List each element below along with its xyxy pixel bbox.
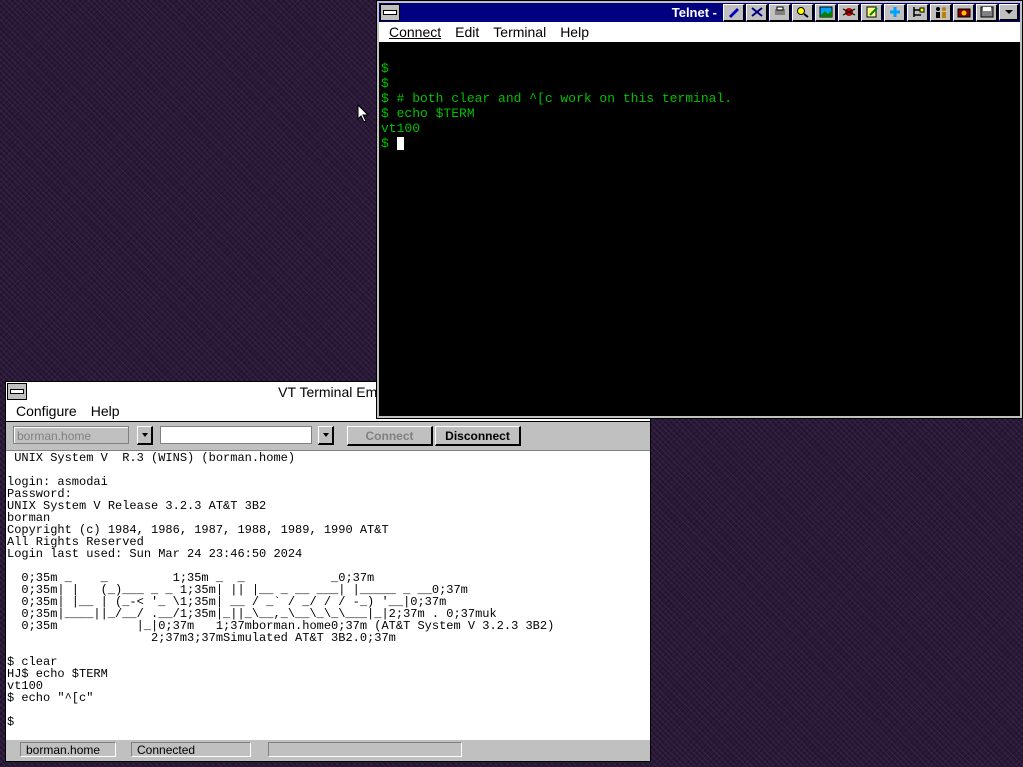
menu-help[interactable]: Help xyxy=(560,24,589,40)
telnet-menubar: Connect Edit Terminal Help xyxy=(379,22,1020,43)
text-cursor xyxy=(396,137,404,151)
plus-icon[interactable] xyxy=(884,3,906,22)
window-title: Telnet - xyxy=(671,5,717,20)
tree-icon[interactable] xyxy=(907,3,929,22)
telnet-terminal-text: $ $ $ # both clear and ^[c work on this … xyxy=(379,43,1020,151)
bug-icon[interactable] xyxy=(838,3,860,22)
pen-icon[interactable] xyxy=(723,3,745,22)
find-icon[interactable] xyxy=(792,3,814,22)
scissors-icon[interactable] xyxy=(746,3,768,22)
connect-button[interactable]: Connect xyxy=(347,426,433,446)
status-host: borman.home xyxy=(20,742,116,757)
host-dropdown-button[interactable] xyxy=(137,426,153,445)
image-icon[interactable] xyxy=(815,3,837,22)
mouse-pointer-icon xyxy=(357,104,369,123)
port-dropdown-button[interactable] xyxy=(318,426,334,445)
vt-status-bar: borman.home Connected xyxy=(6,739,650,761)
system-menu-icon[interactable] xyxy=(380,4,400,21)
chevron-down-icon xyxy=(1004,10,1013,14)
telnet-output: $ $ $ # both clear and ^[c work on this … xyxy=(381,61,733,151)
host-value: borman.home xyxy=(17,429,92,443)
menu-help[interactable]: Help xyxy=(91,403,120,419)
disconnect-button[interactable]: Disconnect xyxy=(435,426,521,446)
print-icon[interactable] xyxy=(769,3,791,22)
menu-configure[interactable]: Configure xyxy=(16,403,77,419)
chevron-down-icon xyxy=(141,433,148,437)
menu-connect[interactable]: Connect xyxy=(389,24,441,40)
edit-icon[interactable] xyxy=(861,3,883,22)
telnet-toolbar xyxy=(723,3,998,22)
disk-icon[interactable] xyxy=(976,3,998,22)
vt-terminal-window[interactable]: VT Terminal Emulat Configure Help borman… xyxy=(5,381,651,762)
status-message xyxy=(268,742,462,757)
vt-terminal-text: UNIX System V R.3 (WINS) (borman.home) l… xyxy=(7,451,555,729)
telnet-window[interactable]: Telnet - Connect Edit Terminal Help $ $ … xyxy=(376,0,1023,419)
telnet-terminal-screen[interactable]: $ $ $ # both clear and ^[c work on this … xyxy=(379,43,1020,416)
vt-terminal-screen[interactable]: UNIX System V R.3 (WINS) (borman.home) l… xyxy=(6,450,650,741)
connection-toolbar: borman.home Connect Disconnect xyxy=(6,422,650,450)
telnet-titlebar[interactable]: Telnet - xyxy=(379,3,1020,22)
people-icon[interactable] xyxy=(930,3,952,22)
camera-icon[interactable] xyxy=(953,3,975,22)
menu-terminal[interactable]: Terminal xyxy=(493,24,546,40)
host-input[interactable]: borman.home xyxy=(13,426,129,444)
menu-edit[interactable]: Edit xyxy=(455,24,479,40)
minimize-button[interactable] xyxy=(999,4,1019,21)
system-menu-icon[interactable] xyxy=(7,383,27,400)
port-input[interactable] xyxy=(160,426,312,444)
status-connection: Connected xyxy=(131,742,251,757)
chevron-down-icon xyxy=(322,433,329,437)
